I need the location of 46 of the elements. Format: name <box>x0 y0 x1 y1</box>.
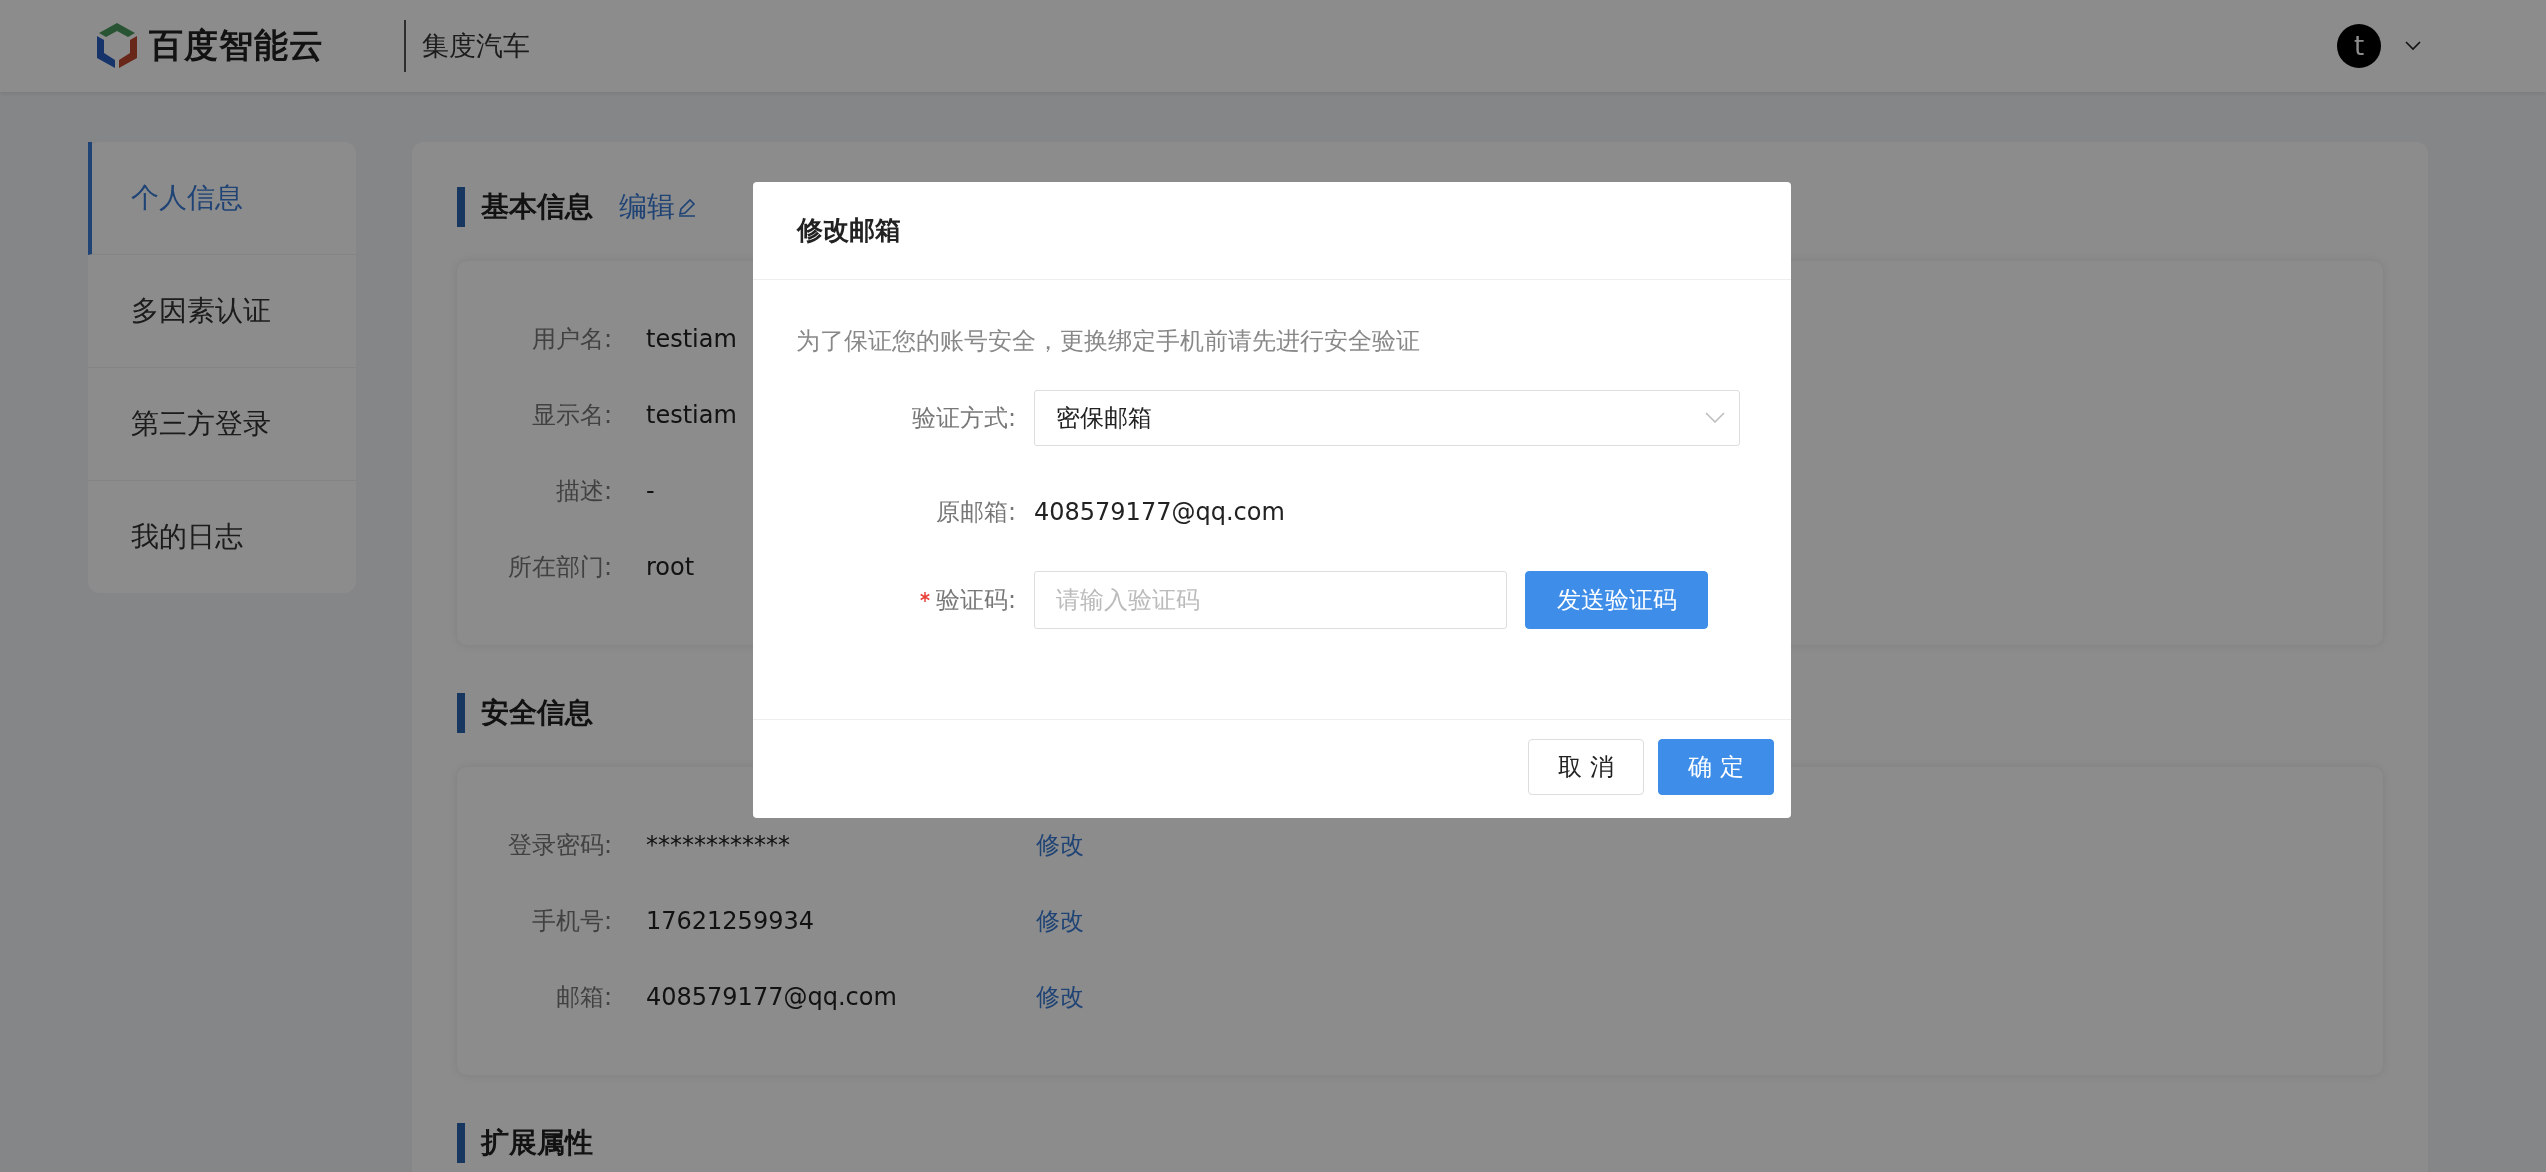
section-title: 扩展属性 <box>481 1125 593 1161</box>
field-label: 登录密码: <box>506 830 612 861</box>
cancel-button[interactable]: 取 消 <box>1528 739 1644 795</box>
cube-logo-icon <box>95 21 139 71</box>
field-value: 408579177@qq.com <box>646 983 897 1011</box>
field-label: 描述: <box>554 476 612 507</box>
send-code-button[interactable]: 发送验证码 <box>1525 571 1708 629</box>
user-avatar[interactable]: t <box>2337 24 2381 68</box>
dialog-title: 修改邮箱 <box>753 182 1791 280</box>
section-marker <box>457 1123 465 1163</box>
field-label: 原邮箱: <box>935 497 1016 528</box>
field-value: root <box>646 553 695 581</box>
section-marker <box>457 187 465 227</box>
field-label: 手机号: <box>530 906 612 937</box>
chevron-down-icon[interactable] <box>2405 41 2421 51</box>
edit-link[interactable]: 编辑 <box>619 188 697 226</box>
field-value: testiam <box>646 325 737 353</box>
sidebar-item[interactable]: 多因素认证 <box>88 255 356 368</box>
field-value: ************ <box>646 831 790 859</box>
field-value: 408579177@qq.com <box>1034 498 1285 526</box>
product-name: 集度汽车 <box>422 29 530 63</box>
field-value: testiam <box>646 401 737 429</box>
notice-text: 为了保证您的账号安全，更换绑定手机前请先进行安全验证 <box>796 326 1421 357</box>
field-value: - <box>646 477 655 505</box>
modify-link[interactable]: 修改 <box>1036 905 1084 937</box>
brand-name: 百度智能云 <box>149 24 324 67</box>
field-label: 显示名: <box>530 400 612 431</box>
sidebar-item[interactable]: 我的日志 <box>88 481 356 593</box>
field-label: 验证方式: <box>911 403 1016 434</box>
field-label: 验证码: <box>935 585 1016 616</box>
section-title: 安全信息 <box>481 695 593 731</box>
field-label: 所在部门: <box>506 552 612 583</box>
sidebar-item[interactable]: 个人信息 <box>88 142 356 255</box>
field-label: 用户名: <box>530 324 612 355</box>
code-input[interactable]: 请输入验证码 <box>1034 571 1507 629</box>
pencil-icon <box>677 197 697 217</box>
field-label: 邮箱: <box>554 982 612 1013</box>
modify-link[interactable]: 修改 <box>1036 829 1084 861</box>
section-title: 基本信息 <box>481 189 593 225</box>
confirm-button[interactable]: 确 定 <box>1658 739 1774 795</box>
dropdown-select[interactable]: 密保邮箱 <box>1034 390 1740 446</box>
section-marker <box>457 693 465 733</box>
sidebar-item[interactable]: 第三方登录 <box>88 368 356 481</box>
modify-link[interactable]: 修改 <box>1036 981 1084 1013</box>
chevron-down-icon <box>1705 412 1725 424</box>
field-value: 17621259934 <box>646 907 814 935</box>
